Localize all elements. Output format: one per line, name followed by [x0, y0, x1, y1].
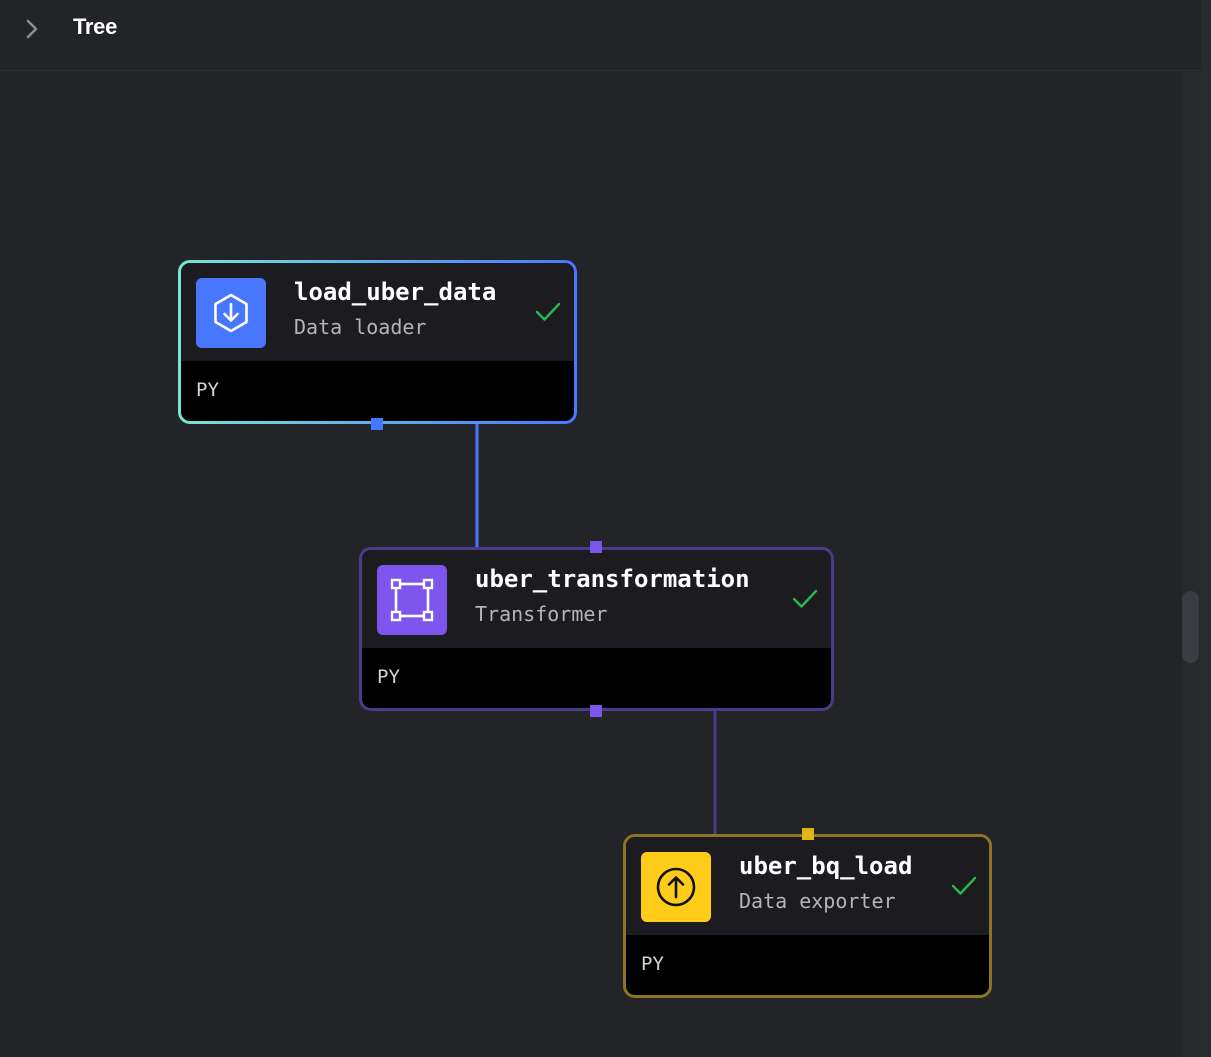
dependency-edges	[475, 424, 717, 834]
block-name: load_uber_data	[294, 278, 497, 306]
check-icon	[535, 302, 561, 321]
download-icon	[214, 293, 248, 333]
scrollbar-track[interactable]	[1182, 71, 1201, 1057]
transformer-icon-box	[377, 565, 447, 635]
block-name: uber_bq_load	[739, 852, 913, 880]
block-language: PY	[641, 953, 664, 975]
block-language: PY	[377, 666, 400, 688]
data-exporter-icon-box	[641, 852, 711, 922]
input-port[interactable]	[590, 541, 602, 553]
block-uber-bq-load[interactable]: uber_bq_load Data exporter PY	[623, 834, 992, 998]
block-load-uber-data[interactable]: load_uber_data Data loader PY	[178, 260, 577, 424]
block-type: Transformer	[475, 602, 608, 626]
block-uber-transformation[interactable]: uber_transformation Transformer PY	[359, 547, 834, 711]
block-name: uber_transformation	[475, 565, 750, 593]
data-loader-icon-box	[196, 278, 266, 348]
upload-icon	[656, 867, 696, 907]
transform-icon	[390, 578, 434, 622]
scrollbar-thumb[interactable]	[1182, 591, 1199, 663]
output-port[interactable]	[590, 705, 602, 717]
input-port[interactable]	[802, 828, 814, 840]
check-icon	[951, 876, 977, 895]
panel-divider[interactable]	[1201, 0, 1211, 1057]
output-port[interactable]	[371, 418, 383, 430]
block-type: Data loader	[294, 315, 427, 339]
pipeline-tree-app: Tree load_uber_data Data loader PY uber_…	[0, 0, 1211, 1057]
check-icon	[792, 589, 818, 608]
block-type: Data exporter	[739, 889, 896, 913]
block-language: PY	[196, 379, 219, 401]
